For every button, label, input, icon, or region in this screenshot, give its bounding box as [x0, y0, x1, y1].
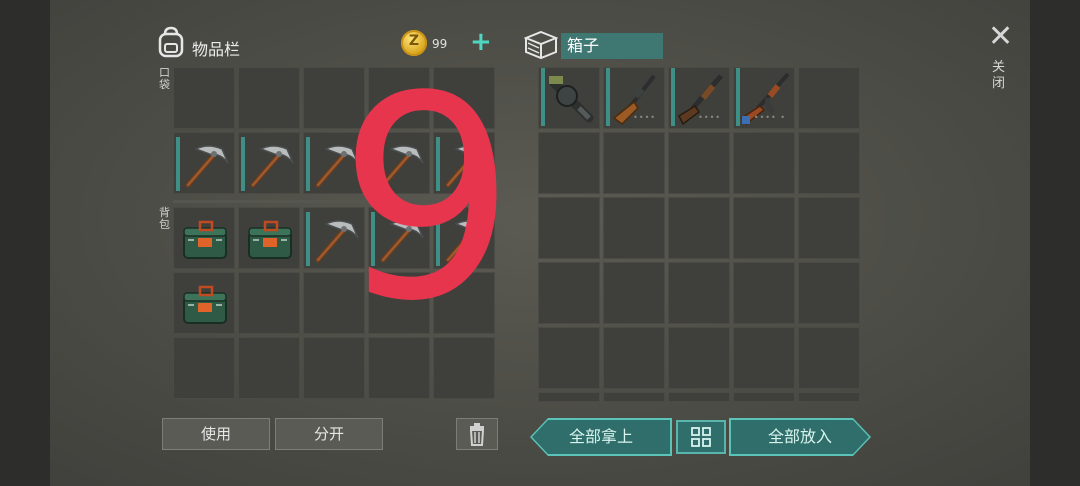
container-slot[interactable]: •••• • — [733, 67, 795, 129]
backpack-slot[interactable] — [173, 272, 235, 334]
pocket-slot[interactable] — [173, 132, 235, 194]
container-title: 箱子 — [561, 33, 663, 59]
container-slot[interactable] — [603, 197, 665, 259]
backpack-slot[interactable] — [238, 337, 300, 399]
use-button[interactable]: 使用 — [162, 418, 270, 450]
pocket-slot[interactable] — [238, 67, 300, 129]
attachment-dots: •••• — [633, 113, 656, 122]
crate-icon — [523, 30, 559, 64]
container-slot[interactable] — [603, 262, 665, 324]
backpack-slot[interactable] — [173, 337, 235, 399]
trash-icon — [469, 423, 485, 446]
durability-bar — [541, 68, 545, 126]
pocket-slot[interactable] — [173, 67, 235, 129]
container-slot[interactable] — [668, 262, 730, 324]
grid-sort-icon — [691, 427, 711, 447]
pocket-label: 口袋 — [159, 66, 170, 91]
container-slot[interactable] — [538, 392, 600, 402]
container-slot[interactable] — [733, 132, 795, 194]
split-button[interactable]: 分开 — [275, 418, 383, 450]
durability-bar — [306, 137, 310, 191]
attachment-dots: •••• • — [753, 113, 786, 122]
container-slot[interactable] — [733, 262, 795, 324]
container-slot[interactable] — [538, 327, 600, 389]
take-all-button[interactable]: 全部拿上 — [532, 420, 670, 454]
backpack-slot[interactable] — [238, 272, 300, 334]
container-slot[interactable] — [798, 132, 860, 194]
container-slot[interactable] — [603, 392, 665, 402]
container-slot[interactable] — [798, 327, 860, 389]
pocket-slot[interactable] — [238, 132, 300, 194]
backpack-slot[interactable] — [238, 207, 300, 269]
container-slot[interactable] — [798, 392, 860, 402]
container-slot[interactable] — [603, 132, 665, 194]
container-slot[interactable] — [733, 392, 795, 402]
screen-edge-left — [0, 0, 50, 486]
container-slot[interactable] — [603, 327, 665, 389]
durability-bar — [241, 137, 245, 191]
put-all-button[interactable]: 全部放入 — [731, 420, 869, 454]
sort-button[interactable] — [676, 420, 726, 454]
container-slot[interactable] — [798, 197, 860, 259]
attachment-dots: •••• — [698, 113, 721, 122]
durability-bar — [176, 137, 180, 191]
container-slot[interactable] — [538, 67, 600, 129]
close-label[interactable]: 关闭 — [992, 60, 1006, 92]
durability-bar — [606, 68, 610, 126]
backpack-label: 背包 — [159, 206, 170, 231]
backpack-slot[interactable] — [173, 207, 235, 269]
overlay-number: 9 — [338, 37, 517, 363]
container-slot[interactable] — [538, 262, 600, 324]
game-screen: 物品栏 Z 99 + 箱子 ✕ 关闭 口袋 背包 •••• •••• •••• • … — [0, 0, 1080, 486]
backpack-icon — [156, 26, 186, 62]
container-slot[interactable] — [538, 197, 600, 259]
container-slot[interactable] — [733, 327, 795, 389]
close-icon[interactable]: ✕ — [988, 22, 1013, 52]
trash-button[interactable] — [456, 418, 498, 450]
durability-bar — [306, 212, 310, 266]
screen-edge-right — [1030, 0, 1080, 486]
container-slot[interactable] — [668, 132, 730, 194]
container-slot[interactable]: •••• — [668, 67, 730, 129]
inventory-title: 物品栏 — [192, 40, 241, 59]
durability-bar — [671, 68, 675, 126]
container-slot[interactable]: •••• — [603, 67, 665, 129]
container-slot[interactable] — [668, 327, 730, 389]
container-slot[interactable] — [668, 392, 730, 402]
container-slot[interactable] — [538, 132, 600, 194]
container-slot[interactable] — [668, 197, 730, 259]
container-slot[interactable] — [798, 262, 860, 324]
durability-bar — [736, 68, 740, 126]
container-slot[interactable] — [733, 197, 795, 259]
container-slot[interactable] — [798, 67, 860, 129]
